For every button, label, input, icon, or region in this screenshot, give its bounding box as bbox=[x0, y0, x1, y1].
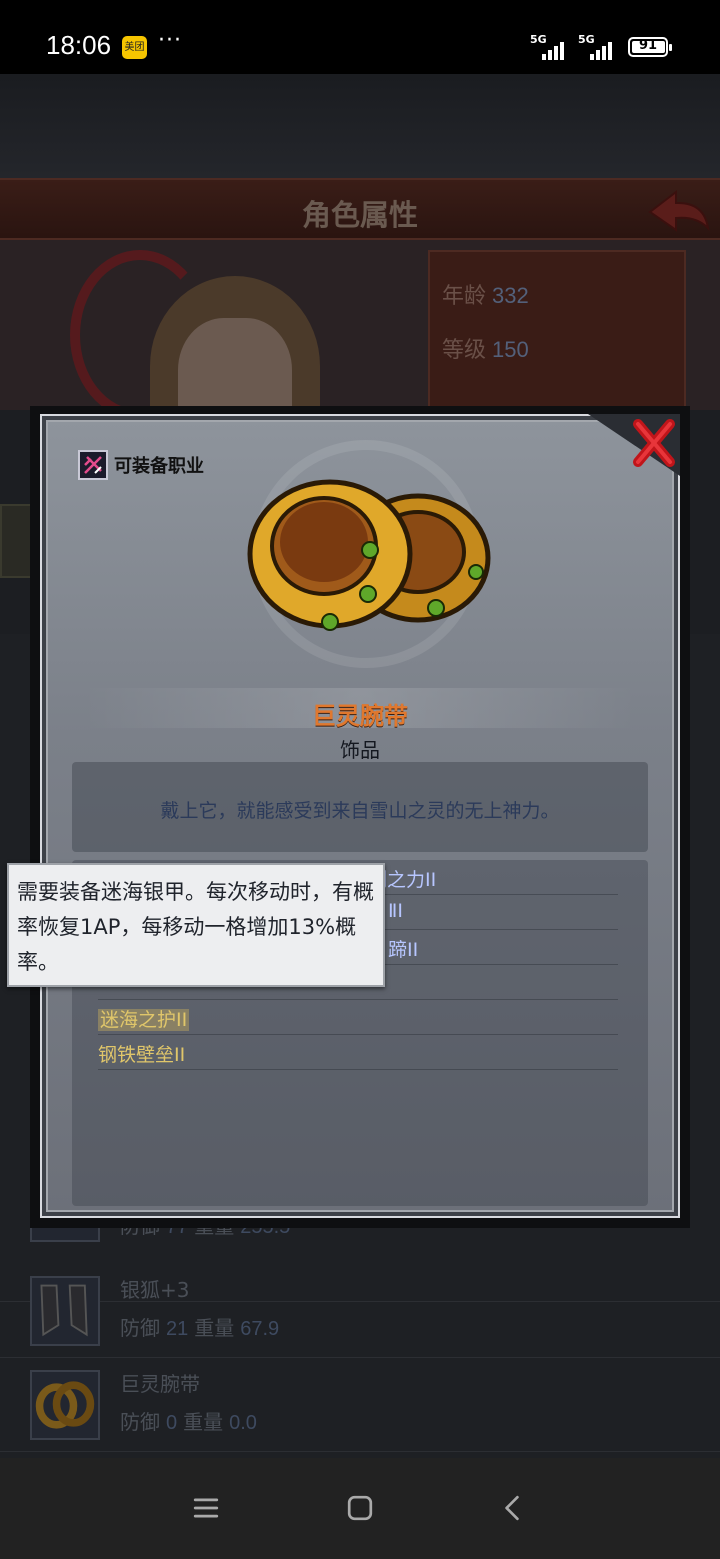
clock: 18:06 bbox=[46, 30, 112, 60]
equipment-row[interactable]: 银狐+3 防御 21 重量 67.9 bbox=[0, 1264, 720, 1358]
close-icon[interactable] bbox=[588, 414, 680, 476]
character-portrait: 年龄 332 等级 150 bbox=[0, 240, 720, 410]
level-stat: 等级 150 bbox=[442, 337, 529, 363]
signal-icon-2: 5G bbox=[578, 33, 622, 60]
item-name: 银狐+3 bbox=[120, 1278, 190, 1302]
side-tab[interactable] bbox=[0, 504, 32, 578]
item-detail-modal: 可装备职业 巨灵腕带 饰品 戴上它，就能感受到来自雪山之灵的无上神力。 制之力I… bbox=[30, 406, 690, 1228]
set-effect-line-selected[interactable]: 迷海之护II bbox=[98, 1000, 618, 1035]
item-description: 戴上它，就能感受到来自雪山之灵的无上神力。 bbox=[160, 800, 560, 822]
bracelet-icon bbox=[247, 479, 491, 631]
class-label: 可装备职业 bbox=[114, 456, 204, 477]
signal-icon-1: 5G bbox=[530, 33, 574, 60]
title-bar: 角色属性 bbox=[0, 178, 720, 240]
boots-icon bbox=[30, 1276, 100, 1346]
equippable-class[interactable]: 可装备职业 bbox=[78, 450, 204, 480]
menu-icon[interactable] bbox=[186, 1488, 226, 1528]
description-box: 戴上它，就能感受到来自雪山之灵的无上神力。 bbox=[72, 762, 648, 852]
set-effect-line[interactable]: 钢铁壁垒II bbox=[98, 1035, 618, 1070]
navigation-bar bbox=[0, 1458, 720, 1559]
screen-title: 角色属性 bbox=[301, 198, 418, 232]
status-bar: 18:06 美团 ··· 5G 5G 91 bbox=[0, 0, 720, 74]
more-notifications-icon: ··· bbox=[158, 28, 182, 53]
item-title: 巨灵腕带 bbox=[312, 702, 408, 730]
item-type: 饰品 bbox=[340, 738, 380, 762]
bracelet-icon bbox=[30, 1370, 100, 1440]
back-arrow-icon[interactable] bbox=[646, 188, 712, 234]
character-stats: 年龄 332 等级 150 bbox=[428, 250, 686, 410]
home-icon[interactable] bbox=[340, 1488, 380, 1528]
age-stat: 年龄 332 bbox=[442, 283, 529, 309]
meituan-app-icon: 美团 bbox=[122, 36, 147, 59]
equipment-row[interactable]: 巨灵腕带 防御 0 重量 0.0 bbox=[0, 1358, 720, 1452]
back-icon[interactable] bbox=[492, 1488, 532, 1528]
battery-icon: 91 bbox=[628, 37, 672, 57]
class-icon bbox=[78, 450, 108, 480]
effect-tooltip: 需要装备迷海银甲。每次移动时，有概率恢复1AP，每移动一格增加13%概率。 bbox=[7, 863, 385, 987]
item-name: 巨灵腕带 bbox=[120, 1372, 200, 1396]
